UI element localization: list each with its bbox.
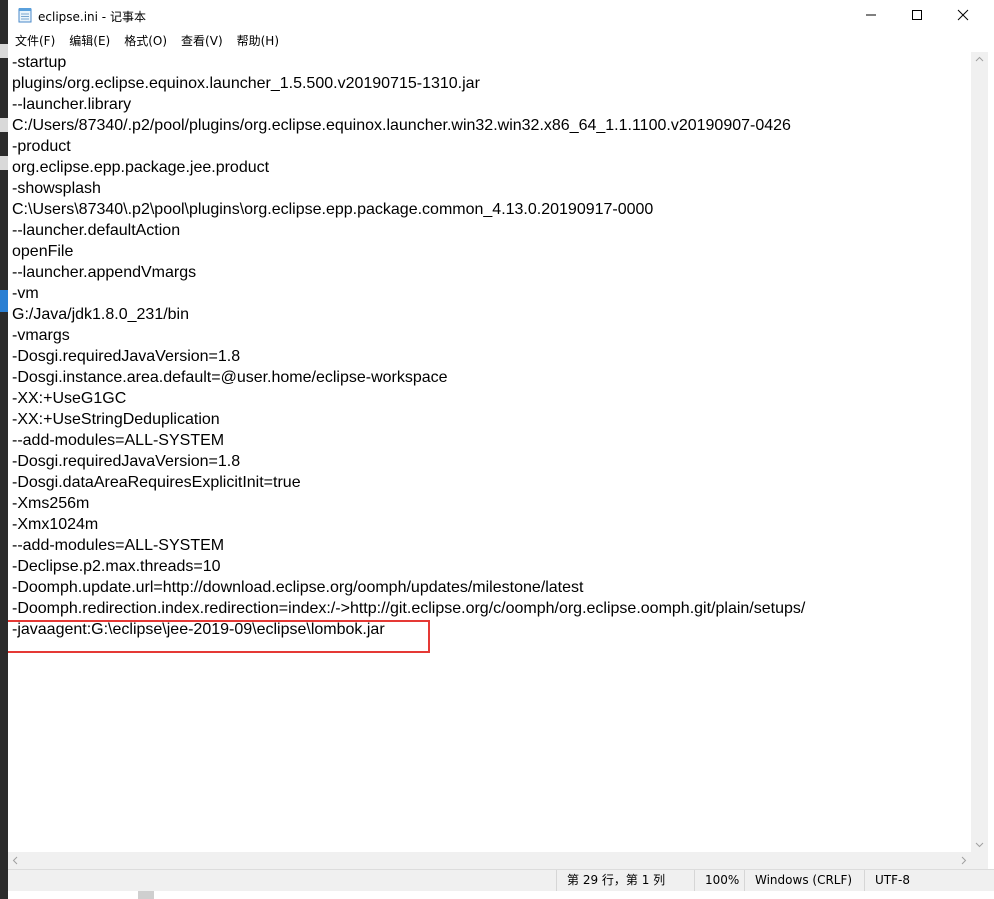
text-line: -Dosgi.requiredJavaVersion=1.8 [12, 453, 241, 470]
text-line: --add-modules=ALL-SYSTEM [12, 432, 225, 449]
menu-view[interactable]: 查看(V) [174, 31, 230, 51]
close-icon [957, 9, 969, 21]
text-line: -Dosgi.requiredJavaVersion=1.8 [12, 348, 241, 365]
text-line: --launcher.library [12, 96, 132, 113]
text-line: --launcher.defaultAction [12, 222, 181, 239]
status-line-ending: Windows (CRLF) [744, 870, 864, 891]
scrollbar-corner [971, 852, 988, 869]
text-line: C:\Users\87340\.p2\pool\plugins\org.ecli… [12, 201, 654, 218]
text-line: -Declipse.p2.max.threads=10 [12, 558, 221, 575]
status-cursor-position: 第 29 行，第 1 列 [556, 870, 694, 891]
text-line: -product [12, 138, 71, 155]
menu-bar: 文件(F) 编辑(E) 格式(O) 查看(V) 帮助(H) [8, 30, 994, 52]
scroll-up-icon[interactable] [975, 56, 984, 62]
highlight-annotation-box [8, 620, 430, 653]
minimize-icon [866, 14, 876, 16]
maximize-button[interactable] [894, 0, 940, 30]
background-chip [0, 118, 8, 132]
editor-content: -startup plugins/org.eclipse.equinox.lau… [8, 52, 806, 653]
scroll-right-icon[interactable] [961, 856, 967, 865]
menu-format[interactable]: 格式(O) [117, 31, 174, 51]
text-line: -Dosgi.dataAreaRequiresExplicitInit=true [12, 474, 301, 491]
text-line: -vm [12, 285, 39, 302]
text-line: -XX:+UseStringDeduplication [12, 411, 220, 428]
text-line: --launcher.appendVmargs [12, 264, 197, 281]
title-bar[interactable]: eclipse.ini - 记事本 [8, 0, 994, 30]
text-line: --add-modules=ALL-SYSTEM [12, 537, 225, 554]
menu-help[interactable]: 帮助(H) [230, 31, 286, 51]
scroll-down-icon[interactable] [975, 842, 984, 848]
horizontal-scrollbar[interactable] [8, 852, 971, 869]
status-bar: 第 29 行，第 1 列 100% Windows (CRLF) UTF-8 [8, 869, 994, 891]
menu-edit[interactable]: 编辑(E) [62, 31, 117, 51]
notepad-window: eclipse.ini - 记事本 文件(F) 编辑(E) 格式(O) 查看(V… [8, 0, 994, 899]
close-button[interactable] [940, 0, 986, 30]
text-line: openFile [12, 243, 74, 260]
text-line: C:/Users/87340/.p2/pool/plugins/org.ecli… [12, 117, 791, 134]
text-line: -startup [12, 54, 67, 71]
background-chip [138, 891, 154, 899]
scroll-left-icon[interactable] [12, 856, 18, 865]
text-line: -XX:+UseG1GC [12, 390, 127, 407]
background-chip [0, 156, 8, 170]
background-highlight [0, 290, 8, 312]
background-bottom-strip [8, 891, 994, 899]
background-desktop-strip [0, 0, 8, 899]
text-line: -Dosgi.instance.area.default=@user.home/… [12, 369, 448, 386]
text-line: org.eclipse.epp.package.jee.product [12, 159, 270, 176]
text-line: plugins/org.eclipse.equinox.launcher_1.5… [12, 75, 480, 92]
menu-file[interactable]: 文件(F) [8, 31, 62, 51]
status-zoom: 100% [694, 870, 744, 891]
text-line: -Doomph.redirection.index.redirection=in… [12, 600, 806, 617]
text-line: -vmargs [12, 327, 70, 344]
vertical-scrollbar[interactable] [971, 52, 988, 852]
background-chip [0, 44, 8, 58]
maximize-icon [912, 10, 922, 20]
text-line: -Xms256m [12, 495, 90, 512]
status-encoding: UTF-8 [864, 870, 954, 891]
notepad-icon [18, 8, 32, 23]
text-line: -Xmx1024m [12, 516, 99, 533]
text-editor[interactable]: -startup plugins/org.eclipse.equinox.lau… [8, 52, 971, 852]
text-line: -Doomph.update.url=http://download.eclip… [12, 579, 584, 596]
text-line: G:/Java/jdk1.8.0_231/bin [12, 306, 190, 323]
text-line: -showsplash [12, 180, 101, 197]
window-title: eclipse.ini - 记事本 [38, 10, 146, 24]
minimize-button[interactable] [848, 0, 894, 30]
